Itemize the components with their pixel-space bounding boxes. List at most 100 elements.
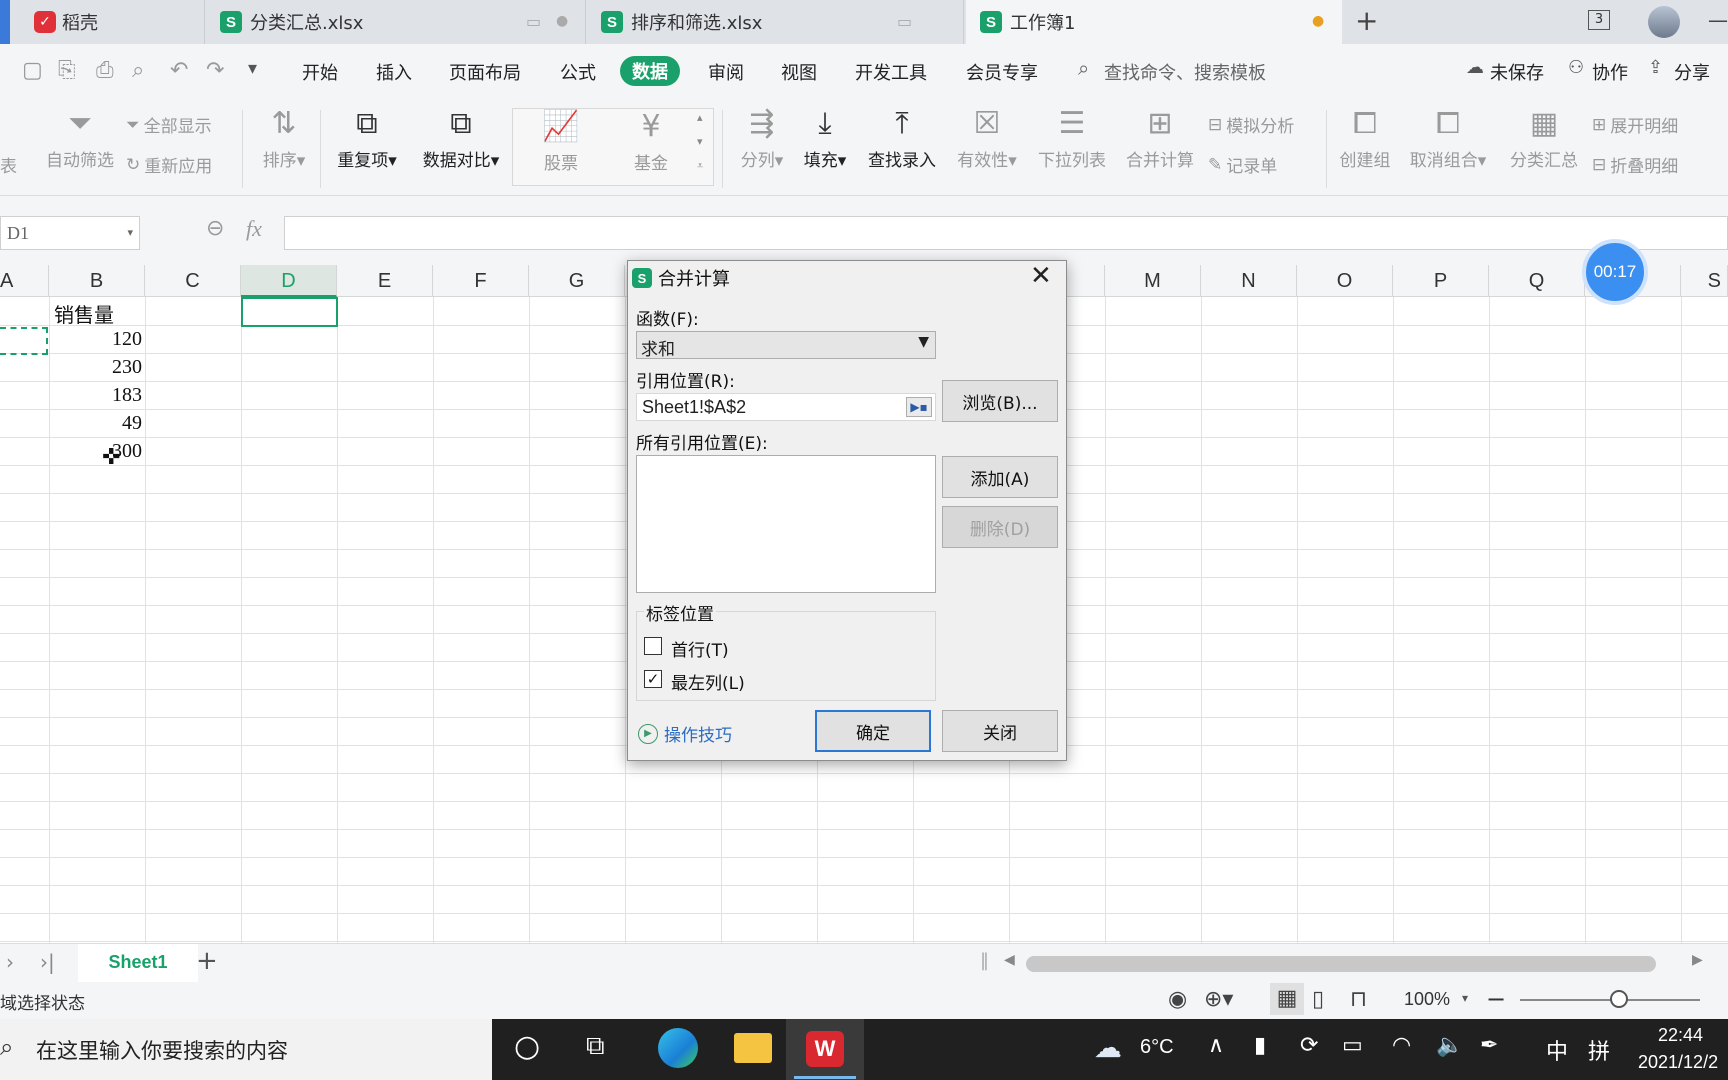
tray-chevron-up-icon[interactable]: ∧: [1208, 1033, 1224, 1058]
cell-b4[interactable]: 183: [49, 384, 142, 407]
minimize-icon[interactable]: —: [1708, 8, 1728, 32]
cell-b1[interactable]: 销售量: [54, 299, 114, 328]
zoom-search-icon[interactable]: ⊖: [206, 216, 224, 241]
collapse-detail-button[interactable]: ⊟ 折叠明细: [1592, 152, 1678, 178]
cortana-icon[interactable]: ○: [514, 1029, 540, 1064]
avatar[interactable]: [1648, 6, 1680, 38]
col-header-f[interactable]: F: [433, 265, 529, 297]
zoom-out-icon[interactable]: −: [1486, 985, 1506, 1013]
left-column-checkbox[interactable]: ✓: [644, 670, 662, 688]
menu-formula[interactable]: 公式: [560, 59, 596, 85]
eye-protection-icon[interactable]: ◉: [1168, 987, 1187, 1012]
microphone-icon[interactable]: ▮: [1254, 1033, 1266, 1058]
ungroup-button[interactable]: ⧠ 取消组合▾: [1406, 106, 1490, 171]
fill-button[interactable]: ⤓ 填充▾: [800, 106, 850, 171]
collab-button[interactable]: 协作: [1592, 59, 1628, 85]
browse-button[interactable]: 浏览(B)...: [942, 380, 1058, 422]
col-header-m[interactable]: M: [1105, 265, 1201, 297]
collapse-range-icon[interactable]: ▶▪: [906, 397, 932, 417]
weather-temp[interactable]: 6°C: [1140, 1036, 1174, 1059]
col-header-o[interactable]: O: [1297, 265, 1393, 297]
battery-icon[interactable]: ▭: [1342, 1033, 1363, 1058]
clock-date[interactable]: 2021/12/2: [1638, 1052, 1718, 1073]
preview-icon[interactable]: ⌕: [132, 58, 144, 83]
weather-cloud-icon[interactable]: ☁: [1094, 1031, 1122, 1064]
formula-input[interactable]: [284, 216, 1728, 250]
volume-icon[interactable]: 🔈: [1436, 1033, 1463, 1058]
zoom-slider-thumb[interactable]: [1610, 990, 1628, 1008]
compare-button[interactable]: ⧉ 数据对比▾: [418, 106, 504, 171]
col-header-c[interactable]: C: [145, 265, 241, 297]
delete-button[interactable]: 删除(D): [942, 506, 1058, 548]
chevron-down-icon[interactable]: ▾: [248, 58, 257, 79]
fx-icon[interactable]: fx: [246, 216, 262, 242]
ime-indicator[interactable]: 中: [1546, 1034, 1568, 1066]
duplicates-button[interactable]: ⧉ 重复项▾: [332, 106, 402, 171]
close-button[interactable]: 关闭: [942, 710, 1058, 752]
add-sheet-button[interactable]: +: [196, 946, 218, 976]
unsaved-status[interactable]: 未保存: [1490, 59, 1544, 85]
gallery-up-icon[interactable]: ▴: [697, 111, 703, 124]
horizontal-scrollbar[interactable]: [1026, 956, 1656, 972]
col-header-d[interactable]: D: [241, 265, 337, 297]
scroll-right-icon[interactable]: ▶: [1692, 952, 1703, 968]
function-select[interactable]: 求和 ▼: [636, 331, 936, 360]
undo-icon[interactable]: ↶: [170, 58, 188, 83]
menu-start[interactable]: 开始: [302, 59, 338, 85]
col-header-g[interactable]: G: [529, 265, 625, 297]
ime-mode-icon[interactable]: 拼: [1588, 1034, 1610, 1066]
record-form-button[interactable]: ✎ 记录单: [1208, 152, 1277, 178]
ref-input[interactable]: Sheet1!$A$2 ▶▪: [636, 393, 936, 421]
consolidate-button[interactable]: ⊞ 合并计算: [1122, 106, 1198, 171]
validity-button[interactable]: ☒ 有效性▾: [952, 106, 1022, 171]
page-layout-view-icon[interactable]: ▯: [1312, 987, 1324, 1012]
share-button[interactable]: 分享: [1674, 59, 1710, 85]
input-mode-icon[interactable]: ⊕▾: [1204, 987, 1233, 1012]
expand-detail-button[interactable]: ⊞ 展开明细: [1592, 112, 1678, 138]
menu-member[interactable]: 会员专享: [966, 59, 1038, 85]
dropdown-list-button[interactable]: ☰ 下拉列表: [1034, 106, 1110, 171]
close-icon[interactable]: ✕: [1030, 261, 1052, 291]
show-all-button[interactable]: ⏷ 全部显示: [126, 112, 212, 138]
tab-fenleihuizong[interactable]: S 分类汇总.xlsx ▭ ●: [206, 0, 586, 44]
command-search-input[interactable]: 查找命令、搜索模板: [1104, 59, 1266, 85]
selected-cell-d1[interactable]: [241, 297, 338, 327]
cell-b2[interactable]: 120: [49, 328, 142, 351]
sheet-tab-sheet1[interactable]: Sheet1: [78, 944, 198, 982]
taskbar-search-box[interactable]: ⌕ 在这里输入你要搜索的内容: [0, 1019, 492, 1080]
last-sheet-icon[interactable]: ›|: [40, 950, 55, 974]
zoom-level[interactable]: 100%: [1404, 989, 1450, 1010]
save-icon[interactable]: ▢: [22, 58, 43, 83]
split-button[interactable]: ⇶ 分列▾: [734, 106, 790, 171]
next-sheet-icon[interactable]: ›: [6, 950, 14, 974]
edge-browser-icon[interactable]: [658, 1028, 698, 1068]
tab-daoke[interactable]: ✓ 稻壳: [20, 0, 205, 44]
create-group-button[interactable]: ⧠ 创建组: [1336, 106, 1394, 171]
window-count-badge[interactable]: 3: [1588, 10, 1610, 30]
col-header-a[interactable]: A: [0, 265, 49, 297]
menu-page-layout[interactable]: 页面布局: [449, 59, 521, 85]
chevron-down-icon[interactable]: ▾: [1462, 991, 1468, 1005]
normal-view-icon[interactable]: ▦: [1270, 983, 1304, 1015]
menu-dev-tools[interactable]: 开发工具: [855, 59, 927, 85]
col-header-b[interactable]: B: [49, 265, 145, 297]
lookup-entry-button[interactable]: ⤒ 查找录入: [864, 106, 940, 171]
page-break-view-icon[interactable]: ⊓: [1350, 987, 1367, 1012]
splitter-icon[interactable]: ‖: [980, 950, 989, 971]
export-icon[interactable]: ⎘: [58, 58, 76, 83]
new-tab-button[interactable]: +: [1355, 4, 1378, 37]
first-row-checkbox[interactable]: [644, 637, 662, 655]
recording-timer[interactable]: 00:17: [1582, 239, 1648, 305]
all-refs-list[interactable]: [636, 455, 936, 593]
tips-link[interactable]: ▶ 操作技巧: [638, 721, 732, 746]
stock-button[interactable]: 📈 股票: [531, 109, 591, 174]
tab-paixuheshaixuan[interactable]: S 排序和筛选.xlsx ▭: [587, 0, 964, 44]
menu-data[interactable]: 数据: [620, 56, 680, 86]
menu-insert[interactable]: 插入: [376, 59, 412, 85]
menu-view[interactable]: 视图: [781, 59, 817, 85]
subtotal-button[interactable]: ▦ 分类汇总: [1506, 106, 1582, 171]
add-button[interactable]: 添加(A): [942, 456, 1058, 498]
sync-icon[interactable]: ⟳: [1300, 1033, 1318, 1058]
col-header-p[interactable]: P: [1393, 265, 1489, 297]
col-header-e[interactable]: E: [337, 265, 433, 297]
